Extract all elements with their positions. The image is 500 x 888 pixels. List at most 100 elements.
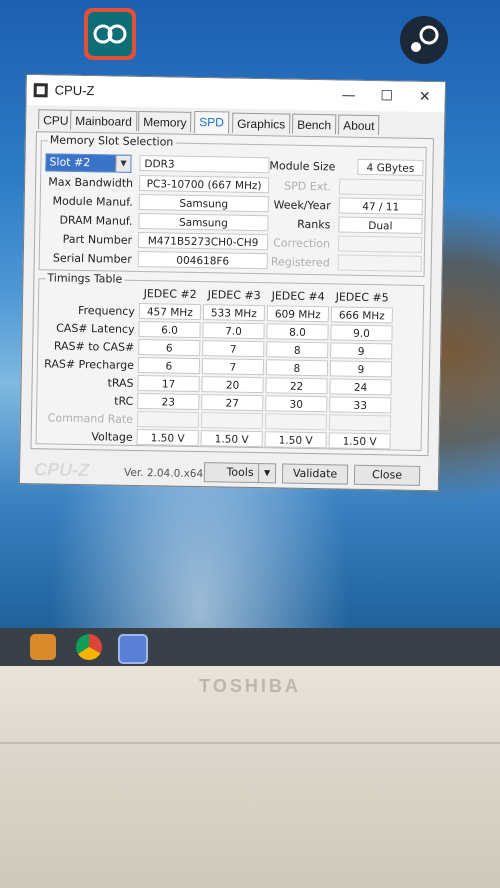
timing-cell: 27: [201, 394, 264, 412]
timing-cell: 6: [138, 339, 201, 357]
timing-cell: 8: [265, 359, 329, 377]
timing-cell: [200, 412, 264, 430]
timing-row-label: RAS# to CAS#: [53, 339, 135, 354]
timing-cell: 30: [265, 395, 328, 413]
timing-cell: 533 MHz: [202, 304, 266, 322]
steam-desktop-icon[interactable]: [398, 14, 450, 66]
memory-slot-selection-title: Memory Slot Selection: [47, 133, 176, 149]
module-manuf-label: Module Manuf.: [52, 194, 133, 209]
window-title: CPU-Z: [54, 82, 95, 99]
validate-button[interactable]: Validate: [281, 463, 349, 485]
store-taskbar-icon[interactable]: [30, 634, 56, 660]
tools-button-label: Tools: [226, 465, 254, 480]
minimize-button[interactable]: —: [328, 82, 368, 109]
tab-spd[interactable]: SPD: [193, 110, 230, 134]
serial-number-value: 004618F6: [137, 250, 268, 270]
timing-row-label: Command Rate: [47, 411, 134, 426]
timing-cell: 7.0: [202, 322, 265, 340]
timing-row-label: tRC: [114, 394, 134, 408]
arduino-icon: [88, 12, 132, 56]
tab-memory[interactable]: Memory: [138, 110, 192, 132]
timing-cell: 1.50 V: [264, 431, 327, 449]
cpuz-app-icon: [33, 83, 48, 98]
correction-value: [337, 235, 423, 253]
arduino-desktop-icon[interactable]: [84, 8, 136, 60]
spd-panel: Memory Slot Selection Slot #2 ▼ DDR3 Mod…: [30, 131, 434, 457]
week-year-label: Week/Year: [273, 198, 331, 213]
part-number-value: M471B5273CH0-CH9: [137, 231, 269, 251]
close-button[interactable]: Close: [353, 464, 421, 486]
timing-row-label: Voltage: [91, 430, 133, 444]
tab-cpu[interactable]: CPU: [38, 109, 74, 130]
timing-cell: 7: [201, 358, 265, 376]
timing-cell: 6.0: [138, 321, 201, 339]
slot-select[interactable]: Slot #2 ▼: [45, 153, 132, 173]
brand-logo: TOSHIBA: [199, 676, 301, 696]
chevron-down-icon[interactable]: ▼: [115, 155, 131, 172]
timing-cell: 666 MHz: [330, 306, 393, 324]
timing-column-header: JEDEC #2: [143, 287, 197, 302]
module-manuf-value: Samsung: [138, 193, 269, 213]
chrome-taskbar-icon[interactable]: [76, 634, 102, 660]
timing-cell: 457 MHz: [138, 303, 202, 321]
timing-cell: 17: [137, 374, 200, 393]
timing-row-label: RAS# Precharge: [44, 357, 135, 372]
part-number-label: Part Number: [62, 232, 133, 247]
timings-table-title: Timings Table: [45, 271, 125, 286]
ranks-label: Ranks: [297, 217, 331, 232]
timing-cell: 9.0: [330, 324, 393, 342]
spd-ext-label: SPD Ext.: [284, 179, 332, 194]
timing-cell: 6: [137, 356, 201, 375]
timing-column-header: JEDEC #5: [335, 290, 389, 305]
timing-cell: 1.50 V: [328, 432, 391, 450]
max-bandwidth-label: Max Bandwidth: [48, 175, 134, 190]
dram-manuf-label: DRAM Manuf.: [59, 213, 133, 228]
tab-about[interactable]: About: [337, 114, 380, 136]
tab-graphics[interactable]: Graphics: [232, 112, 291, 134]
timing-cell: [328, 414, 392, 432]
timing-cell: 20: [201, 376, 264, 394]
max-bandwidth-value: PC3-10700 (667 MHz): [138, 174, 270, 194]
timing-cell: 1.50 V: [200, 430, 263, 448]
memory-slot-selection-group: Memory Slot Selection Slot #2 ▼ DDR3 Mod…: [38, 133, 427, 277]
version-label: Ver. 2.04.0.x64: [123, 466, 204, 481]
timing-cell: 23: [137, 392, 200, 411]
timing-cell: 8.0: [266, 323, 329, 341]
laptop-bezel: [0, 666, 500, 888]
timing-cell: 7: [202, 340, 265, 358]
timing-cell: [136, 410, 200, 429]
timing-cell: 9: [330, 342, 393, 360]
module-size-label: Module Size: [269, 159, 336, 174]
slot-select-value: Slot #2: [49, 155, 91, 170]
spd-ext-value: [338, 178, 424, 196]
timing-row-label: tRAS: [107, 376, 134, 390]
tools-button[interactable]: Tools ▼: [203, 462, 277, 484]
timing-row-label: CAS# Latency: [56, 321, 135, 336]
maximize-button[interactable]: ☐: [366, 83, 406, 110]
timing-column-header: JEDEC #3: [207, 288, 261, 303]
timing-cell: 8: [266, 341, 329, 359]
timing-cell: 22: [265, 377, 328, 395]
tab-bench[interactable]: Bench: [291, 113, 337, 135]
taskbar: [0, 628, 500, 666]
timing-cell: 1.50 V: [136, 428, 199, 447]
memory-type-value: DDR3: [139, 154, 270, 174]
registered-label: Registered: [270, 255, 330, 270]
close-window-button[interactable]: ✕: [404, 84, 444, 111]
timing-cell: [264, 413, 328, 431]
timing-cell: 33: [329, 396, 392, 414]
timings-table-group: Timings Table JEDEC #2 JEDEC #3 JEDEC #4…: [35, 271, 425, 451]
week-year-value: 47 / 11: [338, 197, 423, 215]
cpuz-taskbar-icon[interactable]: [118, 634, 148, 664]
steam-icon: [400, 16, 448, 64]
module-size-value: 4 GBytes: [357, 158, 424, 176]
ranks-value: Dual: [338, 216, 423, 234]
serial-number-label: Serial Number: [52, 251, 132, 266]
tab-mainboard[interactable]: Mainboard: [70, 109, 138, 131]
timing-row-label: Frequency: [77, 303, 135, 318]
title-bar[interactable]: CPU-Z — ☐ ✕: [26, 75, 445, 113]
bezel-divider: [0, 742, 500, 744]
cpuz-footer-logo: CPU-Z: [33, 459, 90, 481]
correction-label: Correction: [273, 236, 331, 251]
chevron-down-icon[interactable]: ▼: [257, 464, 276, 483]
